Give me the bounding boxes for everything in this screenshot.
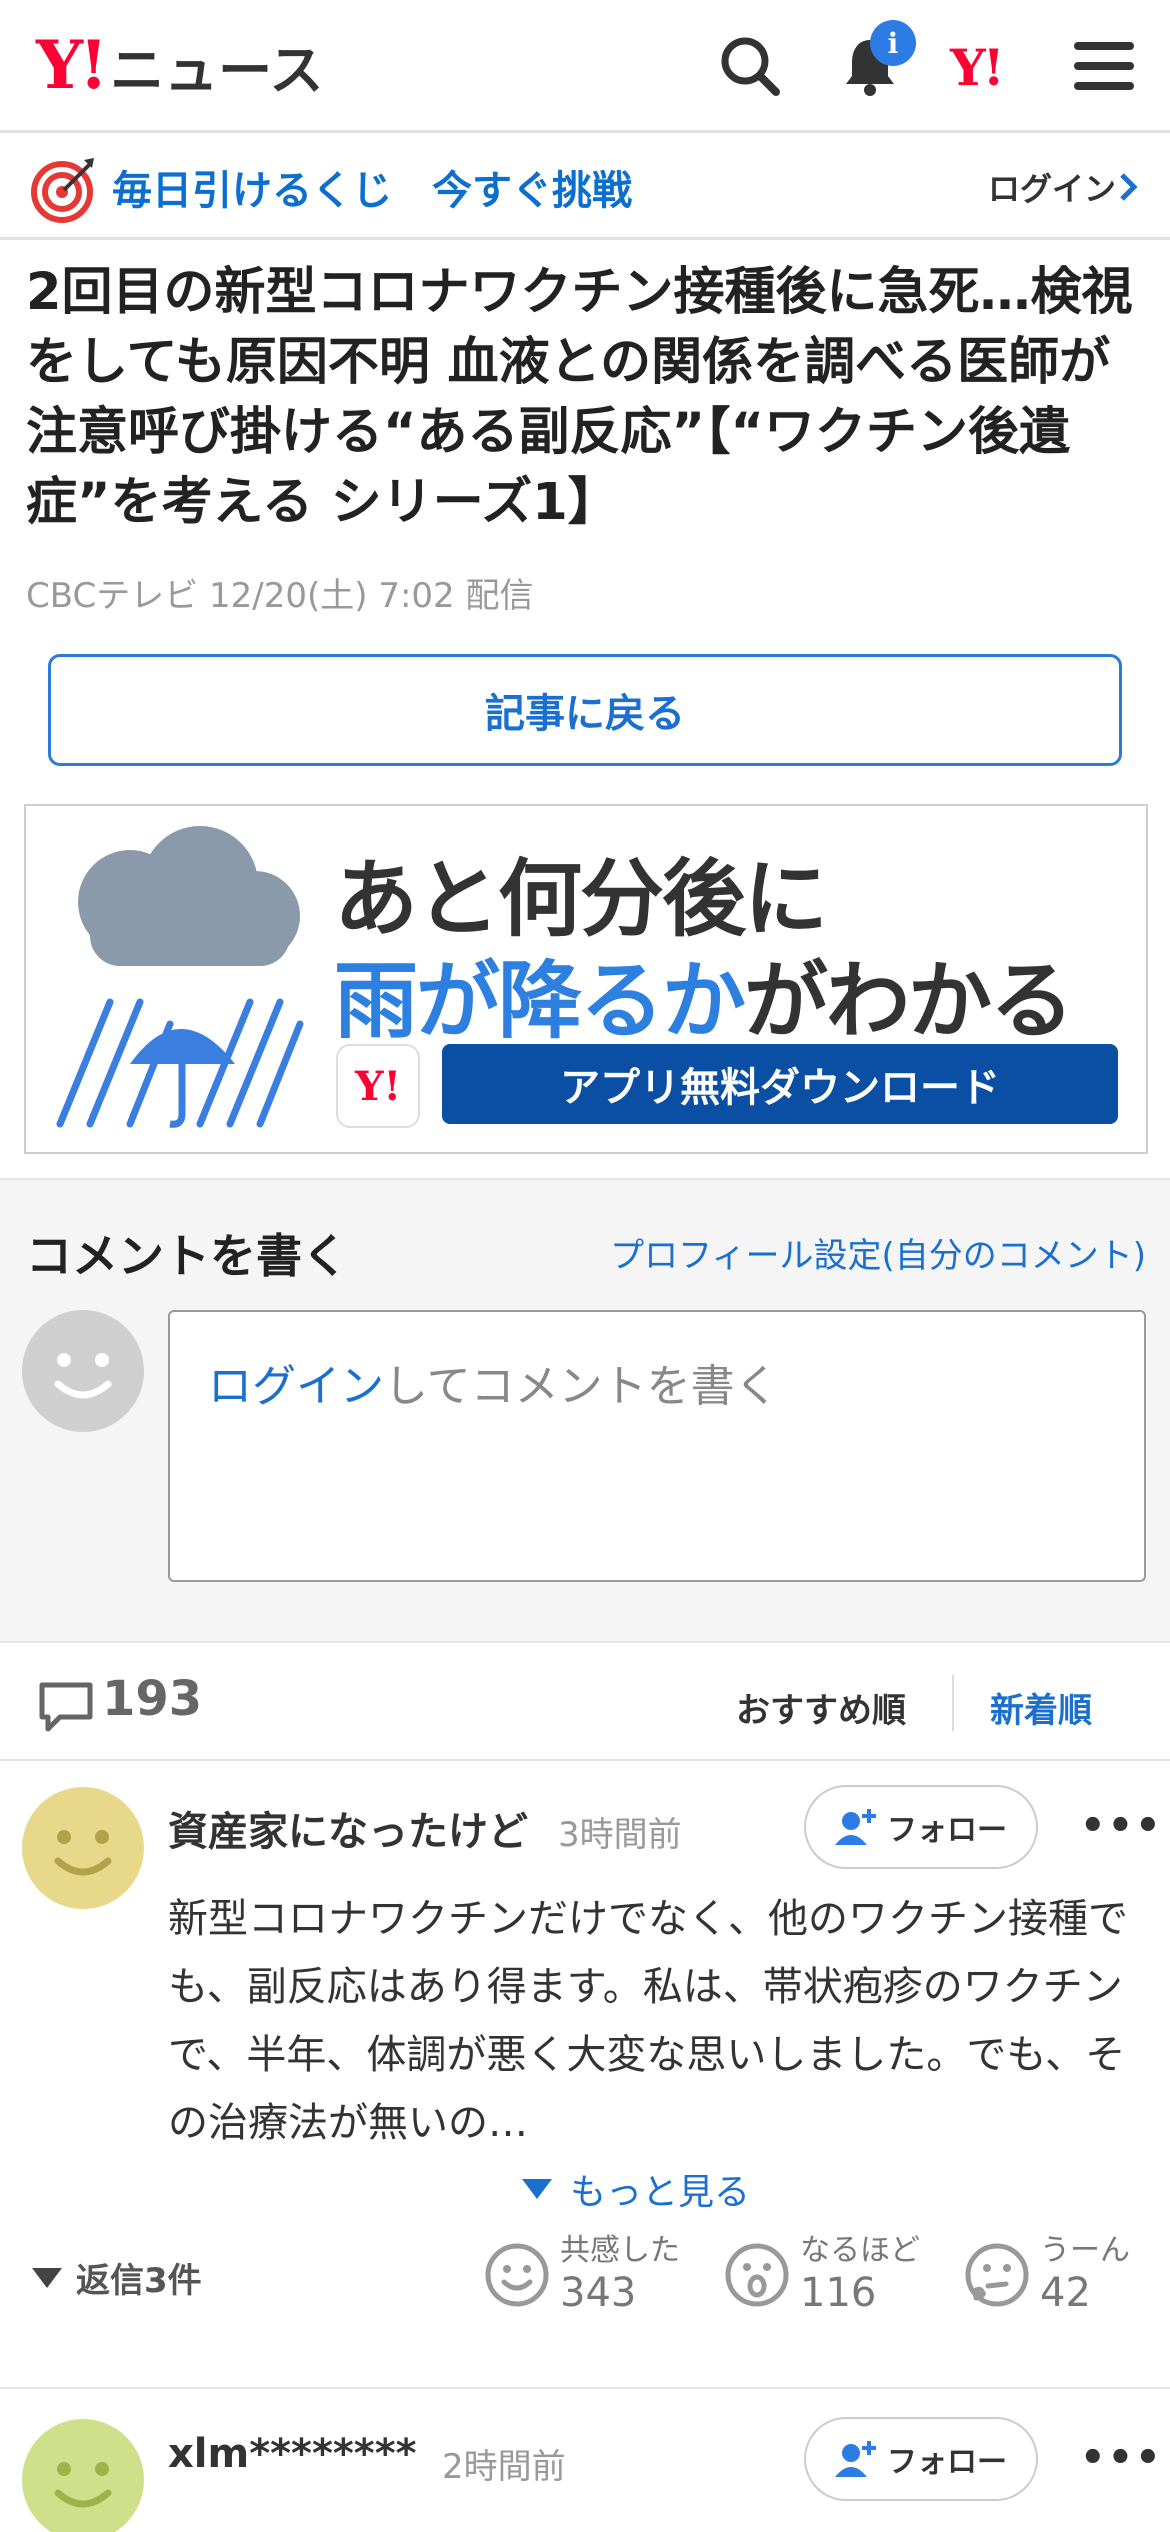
profile-settings-link[interactable]: プロフィール設定(自分のコメント) (610, 1228, 1146, 1277)
sort-divider (952, 1675, 954, 1731)
ad-headline-blue: 雨が降るか (334, 952, 746, 1050)
add-user-icon (835, 1809, 876, 1845)
avatar[interactable] (22, 2419, 144, 2532)
triangle-down-icon (32, 2267, 62, 2288)
follow-button[interactable]: フォロー (804, 2417, 1038, 2501)
comment-input[interactable]: ログインしてコメントを書く (168, 1310, 1146, 1582)
article-title: 2回目の新型コロナワクチン接種後に急死…検視をしても原因不明 血液との関係を調べ… (26, 263, 1133, 532)
avatar (22, 1310, 144, 1436)
reaction-count: 343 (560, 2270, 637, 2316)
triangle-down-icon (522, 2179, 552, 2199)
ad-headline-rest: がわかる (744, 952, 1074, 1050)
comment-username[interactable]: xlm******** (168, 2431, 417, 2477)
ad-headline-2: 雨が降るかがわかる (334, 934, 1074, 1055)
login-link[interactable]: ログイン (988, 164, 1140, 210)
comment-body: 新型コロナワクチンだけでなく、他のワクチン接種でも、副反応はあり得ます。私は、帯… (168, 1896, 1128, 2146)
sort-newest-tab[interactable]: 新着順 (990, 1683, 1092, 1732)
reaction-label: なるほど (800, 2233, 920, 2268)
menu-icon[interactable] (1068, 30, 1140, 102)
logo-text: ニュース (110, 38, 324, 102)
comment-username[interactable]: 資産家になったけど (168, 1799, 528, 1857)
sort-recommended-tab[interactable]: おすすめ順 (736, 1683, 906, 1732)
reaction-count: 42 (1040, 2270, 1091, 2316)
comment-form-section: コメントを書く プロフィール設定(自分のコメント) ログインしてコメントを書く (0, 1178, 1170, 1643)
smile-face-icon (485, 2243, 549, 2307)
more-options-icon[interactable]: ••• (1080, 2435, 1163, 2481)
app-header: Y! ニュース i Y! (0, 0, 1170, 133)
comment-time: 2時間前 (442, 2447, 566, 2487)
yahoo-news-logo[interactable]: Y! ニュース (36, 26, 323, 104)
add-user-icon (835, 2441, 876, 2477)
ad-banner[interactable]: あと何分後に 雨が降るかがわかる Y! アプリ無料ダウンロード (24, 804, 1148, 1154)
thinking-face-icon (965, 2243, 1029, 2307)
target-icon (28, 154, 98, 228)
replies-label: 返信3件 (76, 2261, 202, 2301)
search-icon[interactable] (714, 30, 786, 102)
comment-sort-bar: 193 おすすめ順 新着順 (0, 1645, 1170, 1761)
reaction-count: 116 (800, 2270, 877, 2316)
lottery-text: 毎日引けるくじ 今すぐ挑戦 (112, 168, 632, 214)
see-more-link[interactable]: もっと見る (520, 2163, 750, 2215)
app-download-button[interactable]: アプリ無料ダウンロード (442, 1044, 1118, 1124)
comment-item: 資産家になったけど 3時間前 フォロー ••• 新型コロナワクチンだけでなく、他… (0, 1763, 1170, 2393)
reaction-agree-button[interactable]: 共感した 343 (484, 2233, 680, 2317)
follow-label: フォロー (887, 1813, 1007, 1848)
lottery-banner[interactable]: 毎日引けるくじ 今すぐ挑戦 ログイン (0, 136, 1170, 240)
comment-item: xlm******** 2時間前 フォロー ••• (0, 2395, 1170, 2532)
reaction-label: うーん (1040, 2233, 1130, 2268)
reaction-hmm-button[interactable]: うーん 42 (964, 2233, 1130, 2317)
comment-form-title: コメントを書く (26, 1229, 348, 1283)
login-inline-link[interactable]: ログイン (208, 1361, 384, 1412)
replies-toggle[interactable]: 返信3件 (30, 2253, 202, 2302)
back-to-article-button[interactable]: 記事に戻る (48, 654, 1122, 766)
article-meta: CBCテレビ 12/20(土) 7:02 配信 (26, 576, 534, 616)
notification-badge[interactable]: i (870, 20, 916, 66)
yahoo-icon[interactable]: Y! (950, 38, 1005, 97)
placeholder-rest: してコメントを書く (384, 1361, 779, 1412)
comment-count: 193 (102, 1671, 203, 1727)
comment-divider (0, 2387, 1170, 2389)
yahoo-app-logo: Y! (336, 1044, 420, 1128)
rain-cloud-icon (56, 826, 304, 1128)
surprised-face-icon (725, 2243, 789, 2307)
avatar[interactable] (22, 1787, 144, 1913)
comment-count-icon (38, 1681, 94, 1737)
reaction-label: 共感した (560, 2233, 680, 2268)
comment-time: 3時間前 (558, 1815, 682, 1855)
chevron-right-icon (1120, 173, 1138, 201)
reaction-insight-button[interactable]: なるほど 116 (724, 2233, 920, 2317)
login-label: ログイン (987, 170, 1116, 208)
more-options-icon[interactable]: ••• (1080, 1803, 1163, 1849)
follow-button[interactable]: フォロー (804, 1785, 1038, 1869)
logo-y: Y! (36, 26, 108, 104)
see-more-label: もっと見る (570, 2172, 751, 2213)
comment-placeholder: ログインしてコメントを書く (208, 1350, 779, 1414)
follow-label: フォロー (887, 2445, 1007, 2480)
